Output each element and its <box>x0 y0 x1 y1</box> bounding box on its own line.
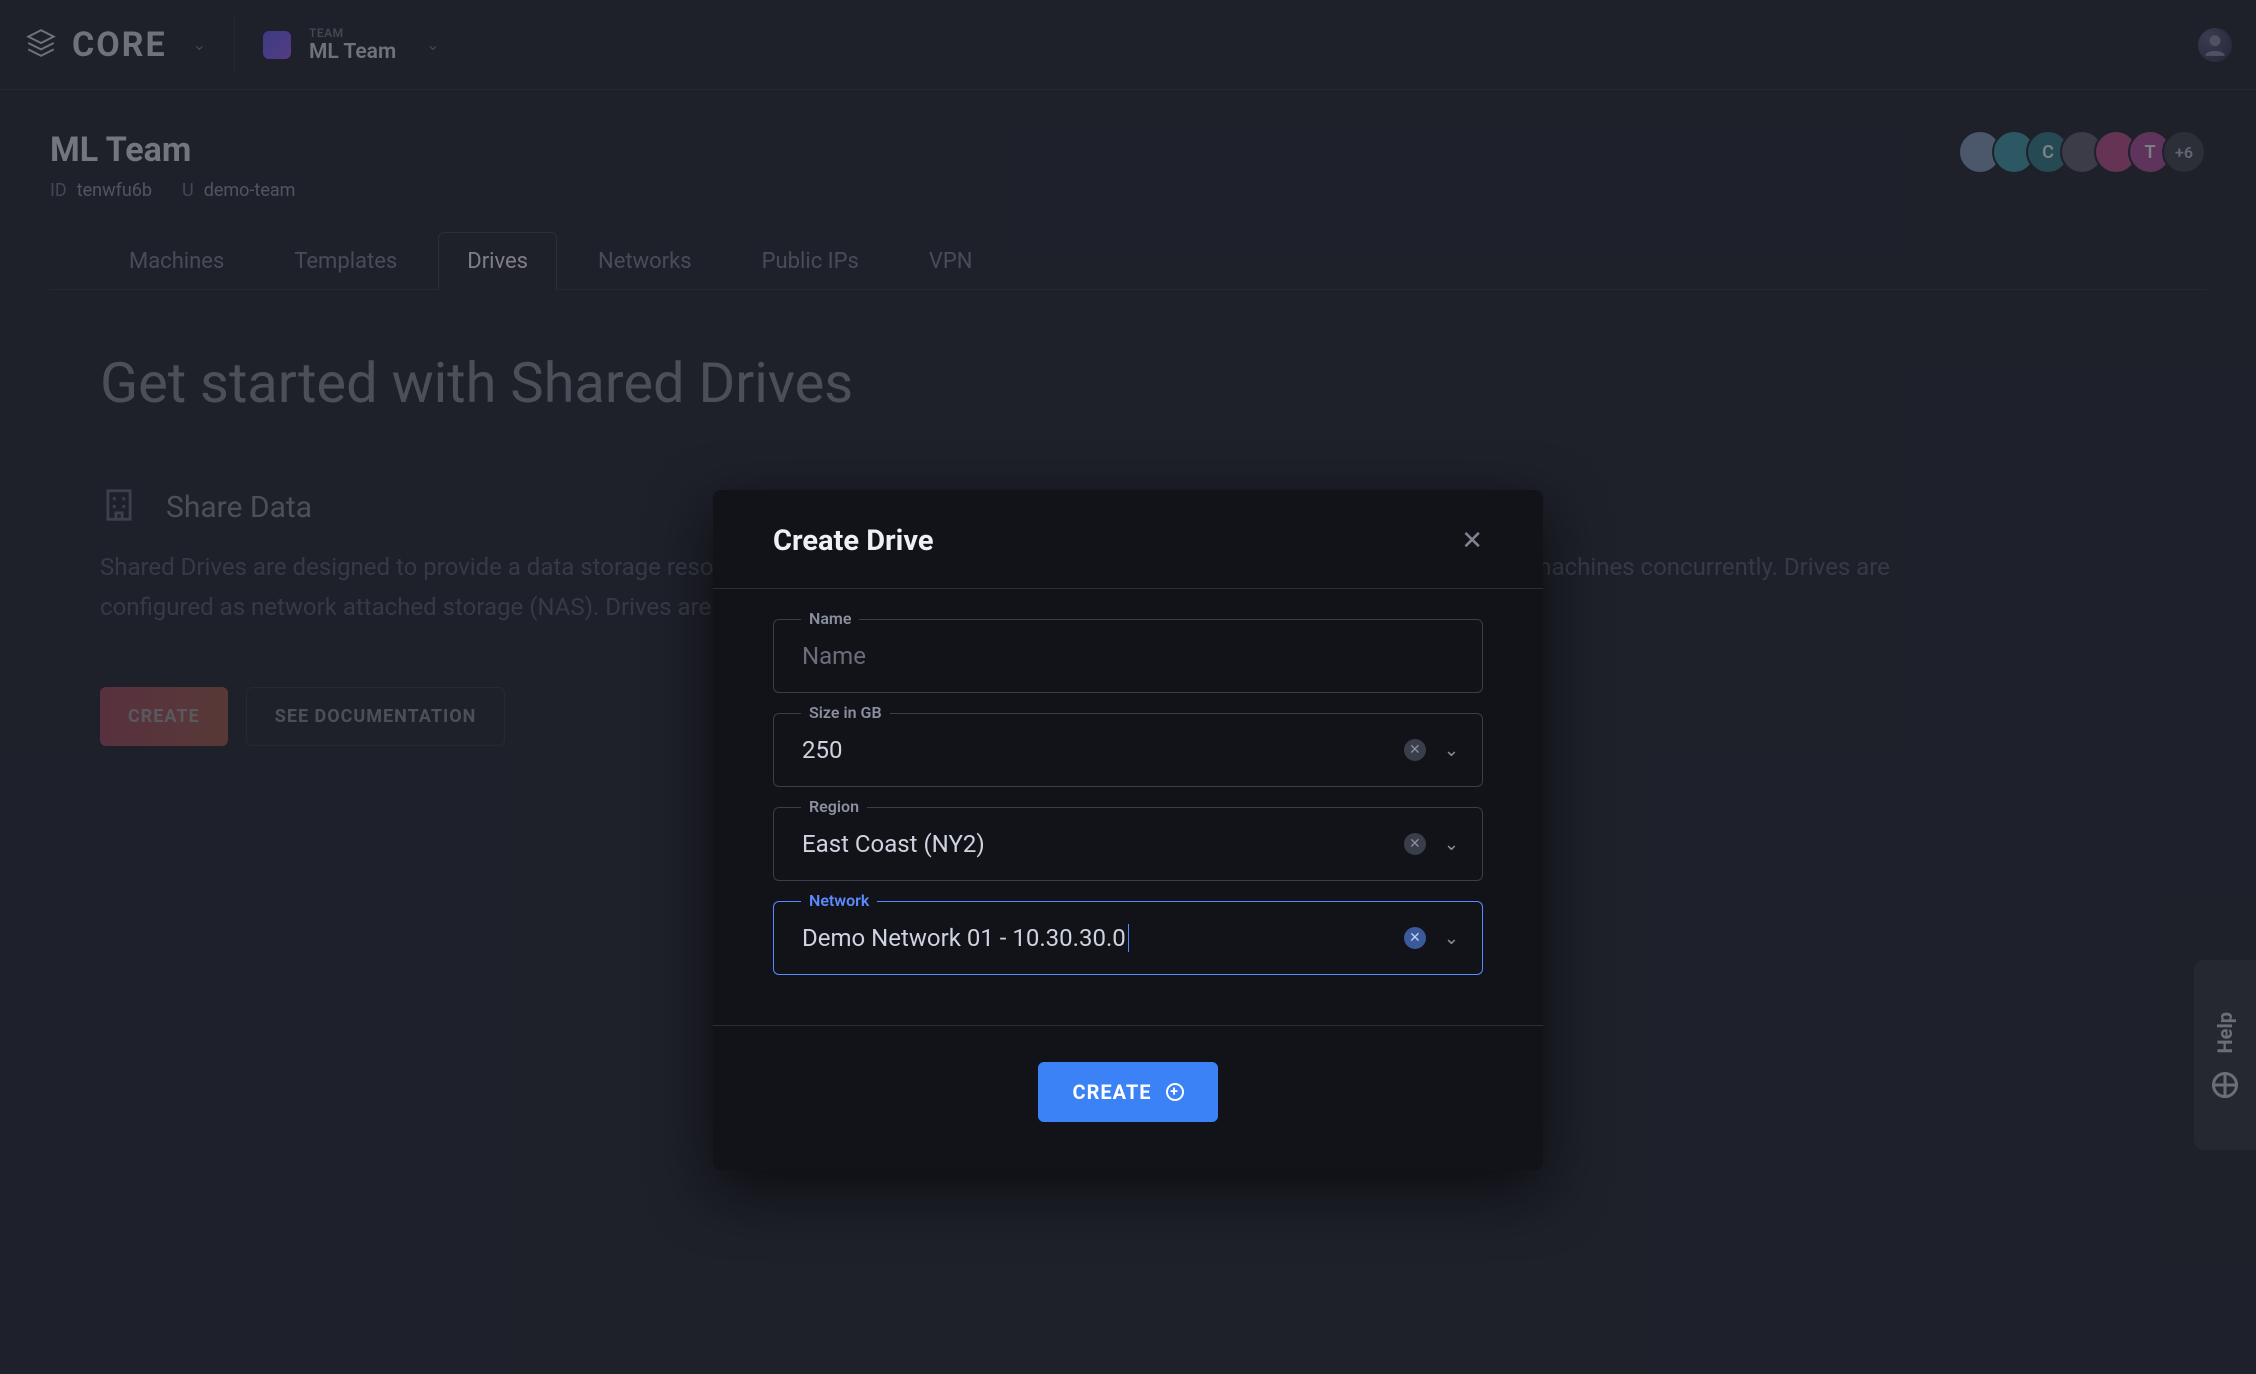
size-select[interactable]: 250 <box>773 713 1483 787</box>
chevron-down-icon[interactable]: ⌄ <box>1444 928 1459 949</box>
name-input[interactable] <box>773 619 1483 693</box>
name-label: Name <box>801 609 859 628</box>
clear-icon[interactable]: ✕ <box>1404 833 1426 855</box>
create-drive-modal: Create Drive ✕ Name Size in GB 250 ✕ <box>713 490 1543 1170</box>
modal-title: Create Drive <box>773 524 934 558</box>
modal-create-button[interactable]: CREATE + <box>1038 1062 1217 1122</box>
network-select[interactable]: Demo Network 01 - 10.30.30.0 <box>773 901 1483 975</box>
network-label: Network <box>801 891 877 910</box>
chevron-down-icon[interactable]: ⌄ <box>1444 834 1459 855</box>
clear-icon[interactable]: ✕ <box>1404 739 1426 761</box>
modal-overlay[interactable]: Create Drive ✕ Name Size in GB 250 ✕ <box>0 0 2256 1374</box>
size-label: Size in GB <box>801 703 890 722</box>
region-label: Region <box>801 797 867 816</box>
clear-icon[interactable]: ✕ <box>1404 927 1426 949</box>
region-select[interactable]: East Coast (NY2) <box>773 807 1483 881</box>
chevron-down-icon[interactable]: ⌄ <box>1444 740 1459 761</box>
plus-circle-icon: + <box>1166 1083 1184 1101</box>
close-icon[interactable]: ✕ <box>1461 526 1483 556</box>
